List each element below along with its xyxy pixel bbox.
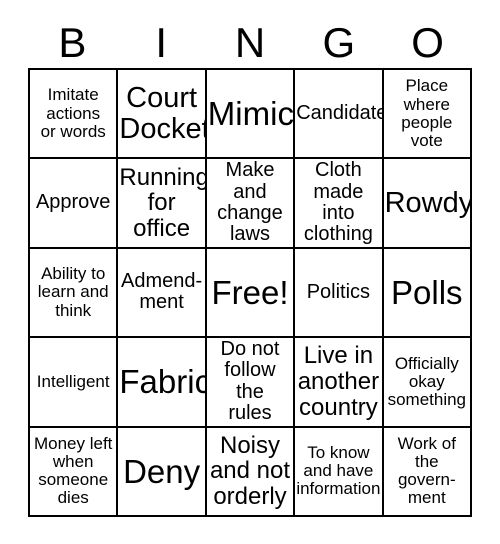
bingo-cell-label: Admend- ment bbox=[121, 270, 203, 314]
bingo-cell[interactable]: Fabric bbox=[118, 338, 207, 428]
bingo-cell[interactable]: Imitate actions or words bbox=[30, 70, 119, 160]
bingo-cell-label: Rowdy bbox=[384, 186, 472, 219]
bingo-cell[interactable]: Cloth made into clothing bbox=[295, 159, 384, 249]
bingo-header: B I N G O bbox=[28, 18, 472, 68]
bingo-cell-label: Court Docket bbox=[119, 81, 207, 145]
header-letter-b: B bbox=[58, 19, 87, 66]
bingo-cell-label: Running for office bbox=[119, 163, 207, 242]
header-letter-o: O bbox=[411, 19, 444, 66]
bingo-cell[interactable]: Mimic bbox=[206, 70, 296, 160]
header-letter-n: N bbox=[234, 19, 266, 66]
bingo-cell-label: Mimic bbox=[207, 95, 294, 133]
bingo-cell[interactable]: Court Docket bbox=[118, 70, 207, 160]
bingo-cell-label: Place where people vote bbox=[401, 76, 453, 150]
bingo-cell[interactable]: Running for office bbox=[118, 159, 207, 249]
bingo-cell-label: Intelligent bbox=[36, 371, 110, 391]
bingo-cell-label: Make and change laws bbox=[217, 159, 283, 246]
bingo-cell[interactable]: Work of the govern- ment bbox=[383, 427, 472, 517]
bingo-cell[interactable]: Rowdy bbox=[383, 159, 472, 249]
bingo-cell[interactable]: Admend- ment bbox=[118, 248, 207, 339]
bingo-free-space[interactable]: Free! bbox=[206, 248, 296, 339]
bingo-cell-label: Officially okay something bbox=[387, 353, 467, 409]
bingo-cell-label: Imitate actions or words bbox=[40, 85, 106, 141]
bingo-cell-label: Noisy and not orderly bbox=[209, 431, 291, 511]
bingo-cell-label: Ability to learn and think bbox=[37, 264, 109, 320]
bingo-cell-label: Money left when someone dies bbox=[33, 433, 113, 508]
bingo-cell-label: Politics bbox=[306, 280, 371, 303]
bingo-cell-label: Cloth made into clothing bbox=[303, 159, 373, 246]
bingo-cell-label: Polls bbox=[391, 273, 463, 311]
bingo-cell[interactable]: Live in another country bbox=[295, 338, 384, 428]
bingo-grid: Imitate actions or words Court Docket Mimi… bbox=[28, 68, 472, 517]
bingo-cell-label: Approve bbox=[35, 191, 111, 214]
bingo-cell[interactable]: Money left when someone dies bbox=[30, 427, 119, 517]
bingo-cell-label: Work of the govern- ment bbox=[397, 433, 456, 508]
bingo-cell-label: Deny bbox=[123, 452, 201, 490]
bingo-cell[interactable]: Deny bbox=[118, 427, 207, 517]
bingo-card: B I N G O Imitate actions or words Court … bbox=[28, 18, 472, 517]
bingo-cell-label: To know and have information bbox=[296, 442, 381, 499]
bingo-cell[interactable]: Do not follow the rules bbox=[206, 338, 296, 428]
bingo-cell[interactable]: Noisy and not orderly bbox=[206, 427, 296, 517]
bingo-cell-label: Free! bbox=[211, 273, 289, 311]
bingo-cell[interactable]: Approve bbox=[30, 159, 119, 249]
bingo-cell-label: Live in another country bbox=[297, 342, 380, 421]
header-letter-i: I bbox=[155, 19, 168, 66]
bingo-cell[interactable]: Intelligent bbox=[30, 338, 119, 428]
bingo-cell-label: Do not follow the rules bbox=[220, 338, 280, 425]
bingo-cell-label: Candidate bbox=[296, 102, 384, 124]
bingo-cell[interactable]: Candidate bbox=[295, 70, 384, 160]
bingo-cell[interactable]: Ability to learn and think bbox=[30, 248, 119, 339]
bingo-cell[interactable]: Officially okay something bbox=[383, 338, 472, 428]
bingo-cell[interactable]: Politics bbox=[295, 248, 384, 339]
header-letter-g: G bbox=[322, 19, 356, 66]
bingo-cell-label: Fabric bbox=[119, 363, 207, 401]
bingo-cell[interactable]: To know and have information bbox=[295, 427, 384, 517]
bingo-cell[interactable]: Polls bbox=[383, 248, 472, 339]
bingo-cell[interactable]: Make and change laws bbox=[206, 159, 296, 249]
bingo-cell[interactable]: Place where people vote bbox=[383, 70, 472, 160]
